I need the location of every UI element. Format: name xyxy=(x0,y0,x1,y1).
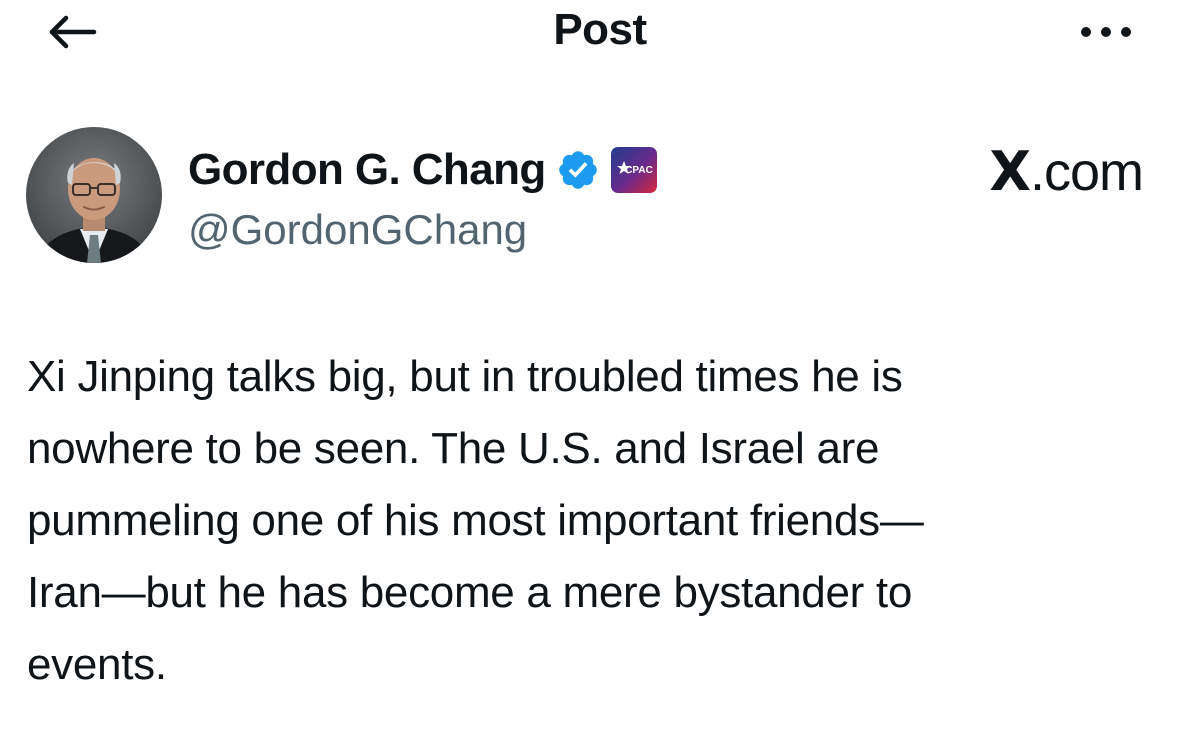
post-text-line: pummeling one of his most important frie… xyxy=(27,496,924,545)
post-text-line: events. xyxy=(27,640,167,689)
profile-avatar xyxy=(26,127,162,263)
back-button[interactable] xyxy=(44,10,100,54)
more-options-button[interactable] xyxy=(1074,14,1138,50)
verified-badge-icon[interactable] xyxy=(556,148,600,192)
post-text: Xi Jinping talks big, but in troubled ti… xyxy=(27,341,1162,701)
arrow-left-icon xyxy=(49,15,97,49)
cpac-logo-icon: CPAC xyxy=(610,147,657,193)
x-logo-text: X xyxy=(989,140,1031,203)
post-text-line: Iran—but he has become a mere bystander … xyxy=(27,568,913,617)
post-text-line: nowhere to be seen. The U.S. and Israel … xyxy=(27,424,880,473)
display-name[interactable]: Gordon G. Chang xyxy=(188,142,546,198)
x-com-watermark: X.com xyxy=(989,140,1144,204)
watermark-domain: .com xyxy=(1029,142,1144,202)
more-horizontal-icon xyxy=(1081,27,1131,37)
top-bar: Post xyxy=(0,0,1200,70)
affiliate-badge-label: CPAC xyxy=(625,165,653,176)
affiliate-badge[interactable]: CPAC xyxy=(610,147,657,193)
post-text-line: Xi Jinping talks big, but in troubled ti… xyxy=(27,352,903,401)
page-title: Post xyxy=(553,5,647,54)
user-handle[interactable]: @GordonGChang xyxy=(188,204,527,256)
avatar[interactable] xyxy=(26,127,162,263)
display-name-row: Gordon G. Chang CPAC xyxy=(188,142,657,198)
